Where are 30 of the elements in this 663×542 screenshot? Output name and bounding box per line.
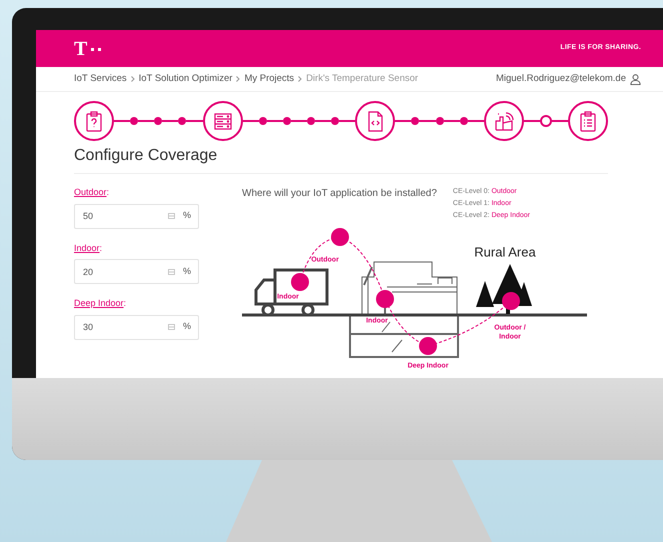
page-title: Configure Coverage (73, 146, 218, 166)
breadcrumb-link[interactable]: IoT Services (74, 72, 127, 86)
breadcrumb-link[interactable]: IoT Solution Optimizer (138, 72, 232, 86)
step-circle[interactable] (568, 101, 608, 141)
location-marker (331, 228, 349, 246)
building-signal-icon (492, 110, 515, 132)
area-title: Rural Area (474, 243, 536, 262)
breadcrumb-link[interactable]: My Projects (244, 72, 294, 86)
unit-label: % (182, 320, 191, 334)
chevron-icon (130, 76, 135, 82)
unit-label: % (182, 264, 191, 278)
location-marker (502, 292, 520, 310)
breadcrumb-current: Dirk's Temperature Sensor (306, 72, 418, 86)
field-label[interactable]: Outdoor: (74, 186, 242, 200)
location-marker (376, 290, 394, 308)
step-circle[interactable] (74, 101, 114, 141)
field-label[interactable]: Indoor: (74, 242, 242, 256)
brand-logo[interactable]: T (74, 38, 102, 58)
unit-label: % (182, 209, 191, 222)
user-icon[interactable] (630, 74, 641, 84)
step-circle[interactable] (355, 101, 396, 141)
location-marker (291, 273, 309, 292)
question-text: Where will your IoT application be installed? (242, 187, 437, 202)
chevron-icon (298, 76, 302, 82)
chevron-icon (236, 76, 240, 82)
step-circle[interactable] (202, 101, 243, 141)
step-circle[interactable] (484, 101, 524, 141)
field-label[interactable]: Deep Indoor: (74, 297, 242, 311)
user-email[interactable]: Miguel.Rodriguez@telekom.de (496, 72, 626, 86)
location-marker (419, 337, 437, 356)
